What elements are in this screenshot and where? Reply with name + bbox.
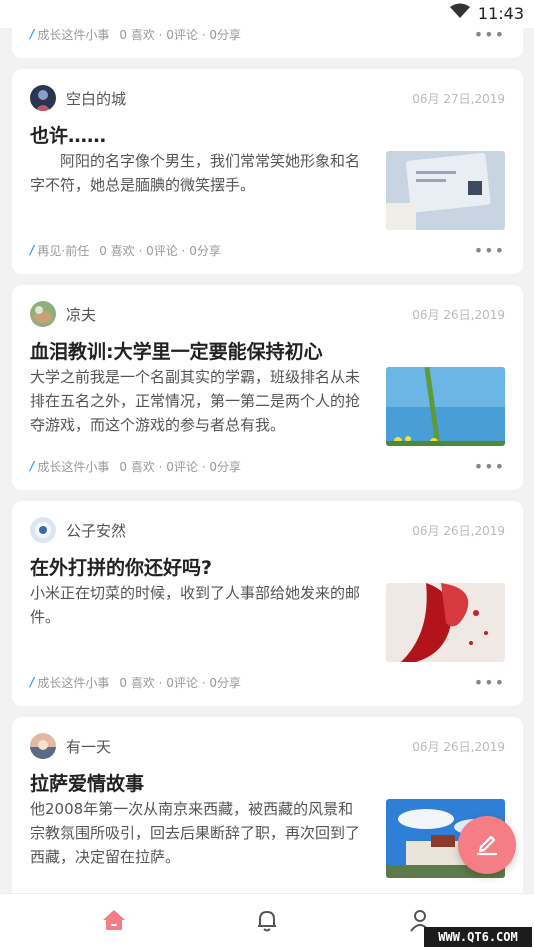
post-tag[interactable]: 再见·前任 <box>37 242 89 259</box>
tag-slash-icon: / <box>30 27 35 41</box>
status-bar: 11:43 <box>0 0 534 28</box>
post-date: 06月 26日,2019 <box>412 307 505 322</box>
post-excerpt[interactable]: 阿阳的名字像个男生，我们常常笑她形象和名字不符，她总是腼腆的微笑摆手。 <box>30 149 366 197</box>
post-card[interactable]: 凉夫 06月 26日,2019 血泪教训:大学里一定要能保持初心 大学之前我是一… <box>12 285 523 490</box>
post-tag[interactable]: 成长这件小事 <box>37 674 109 691</box>
home-icon <box>101 907 127 937</box>
post-card[interactable]: 有一天 06月 26日,2019 拉萨爱情故事 他2008年第一次从南京来西藏，… <box>12 717 523 893</box>
avatar[interactable] <box>30 85 56 111</box>
tab-notifications[interactable] <box>251 906 283 938</box>
avatar[interactable] <box>30 301 56 327</box>
site-watermark: WWW.QT6.COM <box>424 927 532 947</box>
post-excerpt[interactable]: 大学之前我是一个名副其实的学霸，班级排名从未排在五名之外，正常情况，第一第二是两… <box>30 365 366 437</box>
more-options-button[interactable]: ••• <box>474 457 505 476</box>
more-options-button[interactable]: ••• <box>474 241 505 260</box>
avatar[interactable] <box>30 733 56 759</box>
author-name[interactable]: 公子安然 <box>66 520 126 541</box>
post-tag[interactable]: 成长这件小事 <box>37 458 109 475</box>
pencil-icon <box>474 830 500 860</box>
compose-button[interactable] <box>458 816 516 874</box>
author-name[interactable]: 有一天 <box>66 736 111 757</box>
status-time: 11:43 <box>477 3 524 23</box>
tag-slash-icon: / <box>30 459 35 473</box>
post-date: 06月 26日,2019 <box>412 523 505 538</box>
post-stats: 0 喜欢 · 0评论 · 0分享 <box>99 243 221 258</box>
post-tag[interactable]: 成长这件小事 <box>37 26 109 43</box>
post-date: 06月 26日,2019 <box>412 739 505 754</box>
post-thumbnail[interactable] <box>386 367 505 446</box>
post-thumbnail[interactable] <box>386 583 505 662</box>
post-title[interactable]: 拉萨爱情故事 <box>30 769 144 796</box>
more-options-button[interactable]: ••• <box>474 673 505 692</box>
post-excerpt[interactable]: 他2008年第一次从南京来西藏，被西藏的风景和宗教氛围所吸引，回去后果断辞了职，… <box>30 797 366 869</box>
tag-slash-icon: / <box>30 243 35 257</box>
post-card[interactable]: 公子安然 06月 26日,2019 在外打拼的你还好吗? 小米正在切菜的时候，收… <box>12 501 523 706</box>
bell-icon <box>254 907 280 937</box>
post-title[interactable]: 血泪教训:大学里一定要能保持初心 <box>30 337 323 364</box>
wifi-icon <box>449 3 470 23</box>
post-excerpt[interactable]: 小米正在切菜的时候，收到了人事部给她发来的邮件。 <box>30 581 366 629</box>
post-title[interactable]: 也许…… <box>30 121 106 148</box>
post-stats: 0 喜欢 · 0评论 · 0分享 <box>119 675 242 690</box>
post-title[interactable]: 在外打拼的你还好吗? <box>30 553 212 580</box>
tag-slash-icon: / <box>30 675 35 689</box>
avatar[interactable] <box>30 517 56 543</box>
post-feed[interactable]: / 成长这件小事 0 喜欢 · 0评论 · 0分享 ••• 空白的城 06月 2… <box>0 0 534 893</box>
post-date: 06月 27日,2019 <box>412 91 505 106</box>
post-stats: 0 喜欢 · 0评论 · 0分享 <box>119 459 242 474</box>
tab-home[interactable] <box>98 906 130 938</box>
author-name[interactable]: 空白的城 <box>66 88 126 109</box>
post-stats: 0 喜欢 · 0评论 · 0分享 <box>119 27 242 42</box>
post-thumbnail[interactable] <box>386 151 505 230</box>
post-card[interactable]: 空白的城 06月 27日,2019 也许…… 阿阳的名字像个男生，我们常常笑她形… <box>12 69 523 274</box>
author-name[interactable]: 凉夫 <box>66 304 96 325</box>
